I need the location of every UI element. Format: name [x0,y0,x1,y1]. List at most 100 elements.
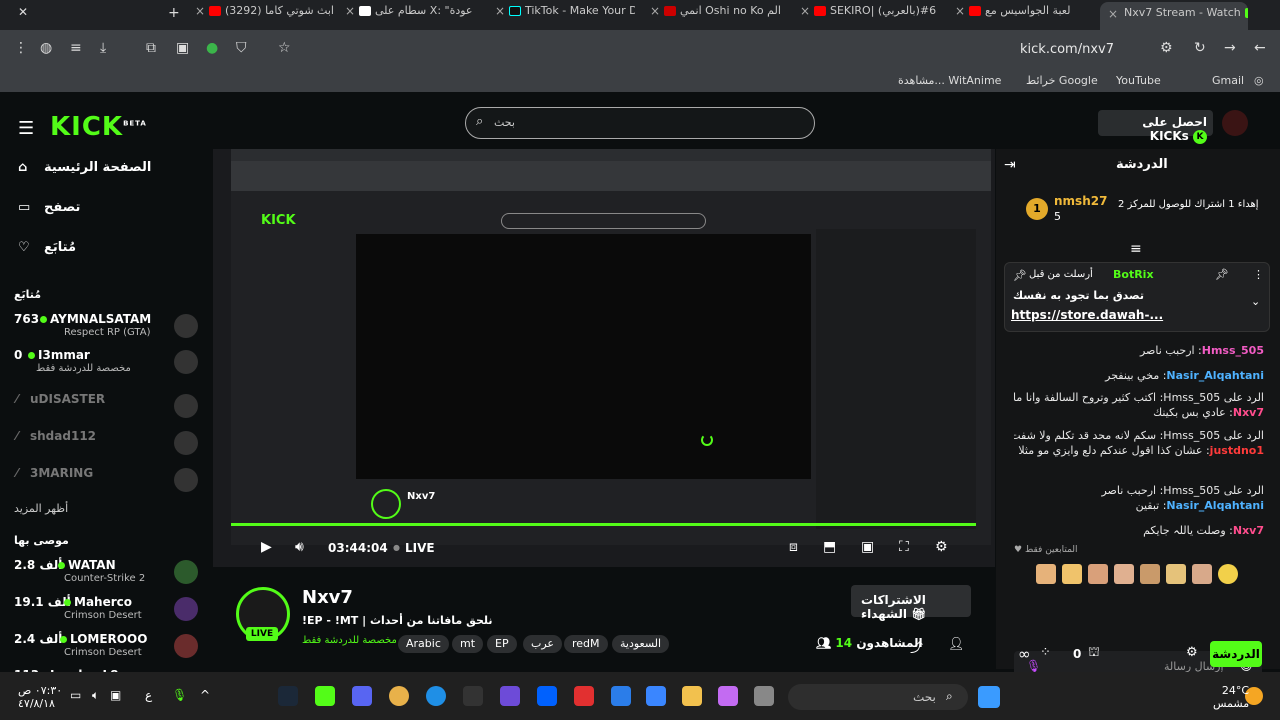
tag-ep[interactable]: EP [487,635,517,653]
sidebar-channel-lomerooo[interactable]: 2.4 ألف LOMEROOO Crimson Desert [14,632,200,668]
emote-icon[interactable] [1114,564,1134,584]
extension-icon[interactable]: ▣ [176,40,189,56]
clip-icon[interactable]: ⧈ [789,539,798,555]
stream-category[interactable]: مخصصة للدردشة فقط [302,635,397,646]
sidebar-channel-i3mmar[interactable]: 0 I3mmar مخصصة للدردشة فقط [14,348,200,384]
chevron-down-icon[interactable]: ⌄ [1251,295,1260,308]
mail-icon[interactable] [611,686,631,706]
close-icon[interactable]: × [650,4,660,18]
bookmark-youtube[interactable]: YouTube [1116,74,1161,87]
close-icon[interactable]: × [495,4,505,18]
nav-home[interactable]: ⌂ الصفحة الرئيسية [18,160,151,175]
chat-settings-icon[interactable]: ⚙ [1186,645,1198,660]
sidebar-channel-aymnalsatam[interactable]: 763 AYMNALSATAM Respect RP (GTA) [14,312,200,348]
battery-icon[interactable]: ▭ [70,688,81,702]
address-bar[interactable]: kick.com/nxv7 [1020,42,1114,57]
emote-icon[interactable] [1062,564,1082,584]
shield-icon[interactable]: ⛉ [236,40,247,56]
miniplayer-icon[interactable]: ▣ [861,539,874,555]
subscribe-button[interactable]: الاشتراكات الشهداء 🎁︎ [851,585,971,621]
video-player[interactable]: KICK Nxv7 ▶ 🔊︎ 03:44:04 ● LIVE ⧈ ⬒ ▣ ⛶ ⚙ [213,149,995,567]
epic-games-icon[interactable] [463,686,483,706]
volume-icon[interactable]: 🔊︎ [295,539,304,555]
close-icon[interactable]: × [1108,7,1118,21]
app-icon[interactable] [574,686,594,706]
video-progress-bar[interactable] [231,523,976,526]
bookmark-maps[interactable]: خرائط Google [1026,74,1098,87]
menu-icon[interactable]: ⋮ [14,40,28,56]
tag-redm[interactable]: redM [564,635,608,653]
tab-sekiro[interactable]: × SEKIRO| (بالعربي)#6 [800,4,940,26]
extensions-puzzle-icon[interactable]: ⧉ [146,40,156,56]
pinned-link[interactable]: https://store.dawah-... [1011,308,1163,322]
language-indicator[interactable]: ع [145,688,152,702]
sidebar-channel-shdad112[interactable]: ⁄ shdad112 [14,429,200,465]
reload-icon[interactable]: ↻ [1194,40,1206,56]
get-kicks-button[interactable]: احصل على KICKs K [1098,110,1213,144]
points-icon[interactable]: ⁘ [1040,645,1051,660]
emote-icon[interactable] [1192,564,1212,584]
edge-icon[interactable] [426,686,446,706]
chrome-icon[interactable] [389,686,409,706]
window-close-icon[interactable]: ✕ [18,5,28,19]
close-icon[interactable]: × [345,4,355,18]
unpin-icon[interactable]: 📌︎ [1215,268,1229,281]
store-app-icon[interactable] [646,686,666,706]
kick-app-icon[interactable] [315,686,335,706]
follow-user-icon[interactable]: 👤︎ [948,637,965,652]
user-avatar[interactable] [1222,110,1248,136]
media-icon[interactable]: ≡ [70,40,82,56]
emote-icon[interactable] [1036,564,1056,584]
globe-icon[interactable]: ◎ [1254,74,1264,87]
sidebar-channel-udisaster[interactable]: ⁄ uDISASTER [14,392,200,428]
extension-icon[interactable]: ● [206,40,218,56]
more-options-icon[interactable]: ⋮ [1253,268,1264,281]
app-icon[interactable] [500,686,520,706]
theater-icon[interactable]: ⬒ [823,539,836,555]
tab-youtube-1[interactable]: × (3292) ابث شوتي كاما [195,4,335,26]
close-icon[interactable]: × [800,4,810,18]
sidebar-channel-maherco[interactable]: 19.1 ألف Maherco Crimson Desert [14,595,200,631]
search-input[interactable]: ⌕ بحث [465,107,815,139]
nav-browse[interactable]: ▭ تصفح [18,200,80,215]
copilot-icon[interactable] [718,686,738,706]
share-icon[interactable]: ⤴ [910,637,923,656]
nav-following[interactable]: ♡ مُتابَع [18,240,76,255]
tab-tiktok[interactable]: × TikTok - Make Your D [495,4,635,26]
emote-icon[interactable] [1218,564,1238,584]
weather-widget[interactable]: 24°C مشمس [1213,684,1249,710]
dropbox-icon[interactable] [537,686,557,706]
tag-saudi[interactable]: السعودية [612,635,670,653]
tag-mt[interactable]: mt [452,635,484,653]
file-explorer-icon[interactable] [682,686,702,706]
emote-icon[interactable] [1088,564,1108,584]
settings-gear-icon[interactable]: ⚙ [935,539,948,555]
sidebar-channel-watan[interactable]: 2.8 ألف WATAN Counter-Strike 2 [14,558,200,594]
mic-tray-icon[interactable]: 🎙︎ [172,688,187,702]
bookmark-gmail[interactable]: Gmail [1212,74,1244,87]
filter-icon[interactable]: ≡ [1130,241,1142,257]
discord-icon[interactable] [352,686,372,706]
taskbar-search[interactable]: بحث ⌕ [788,684,968,710]
tab-oshi[interactable]: × انمي Oshi no Ko الم [650,4,790,26]
bookmark-witanime[interactable]: مشاهدة... WitAnime [898,74,1001,87]
site-settings-icon[interactable]: ⚙ [1160,40,1173,56]
back-icon[interactable]: ← [1254,40,1266,56]
fullscreen-icon[interactable]: ⛶ [899,539,909,555]
sidebar-channel-3maring[interactable]: ⁄ 3MARING [14,466,200,502]
tray-overflow-icon[interactable]: ^ [200,688,210,702]
play-icon[interactable]: ▶ [261,539,272,555]
forward-icon[interactable]: → [1224,40,1236,56]
store-icon[interactable]: ⛫ [1088,645,1100,662]
bookmark-star-icon[interactable]: ☆ [278,40,291,56]
tag-arabic[interactable]: Arabic [398,635,449,653]
extension-icon[interactable]: ◍ [40,40,52,56]
tab-x[interactable]: × سطام على X: "عودة [345,4,485,26]
windows-start-icon[interactable] [978,686,1000,708]
download-icon[interactable]: ⤓ [100,40,106,56]
network-icon[interactable]: ▣ [110,688,121,702]
emote-icon[interactable] [1140,564,1160,584]
hamburger-menu-icon[interactable]: ☰ [18,118,34,139]
steam-icon[interactable] [278,686,298,706]
app-icon[interactable] [754,686,774,706]
